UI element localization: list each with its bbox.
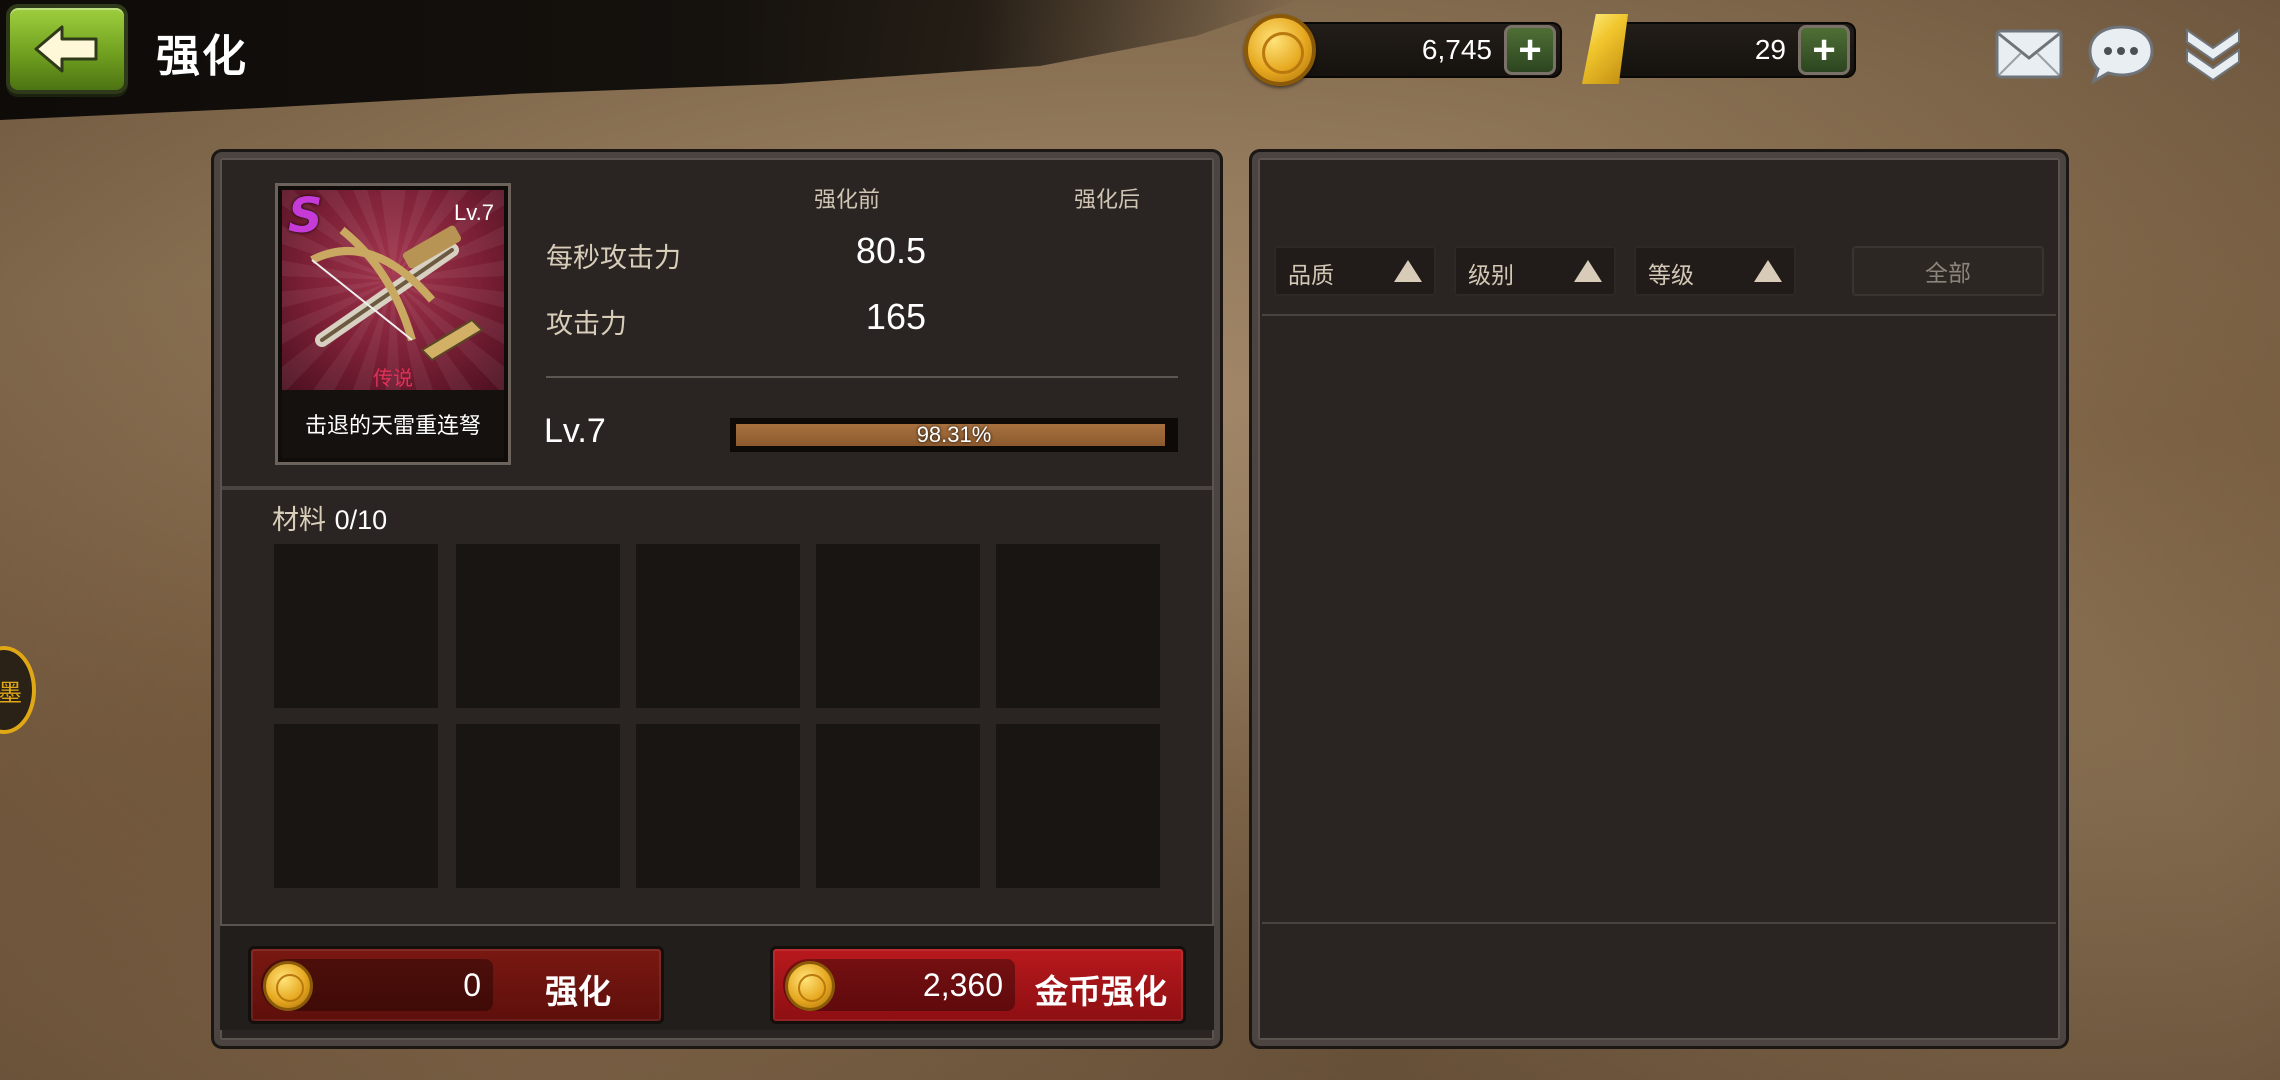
chat-button[interactable] (2084, 22, 2158, 86)
material-slot[interactable] (816, 544, 980, 708)
gold-coin-icon (263, 961, 313, 1011)
materials-label: 材料 0/10 (272, 498, 387, 537)
mail-button[interactable] (1992, 22, 2066, 86)
material-slot[interactable] (274, 544, 438, 708)
sort-level-button[interactable]: 等级 (1634, 246, 1796, 296)
gold-enhance-label: 金币强化 (1035, 972, 1167, 1011)
materials-count: 0/10 (334, 505, 388, 535)
item-level: Lv.7 (454, 200, 494, 225)
item-card[interactable]: S Lv.7 传说 击退的天雷重连弩 (278, 186, 508, 462)
filter-all-button[interactable]: 全部 (1852, 246, 2044, 296)
arrow-left-icon (34, 25, 98, 73)
sort-quality-button[interactable]: 品质 (1274, 246, 1436, 296)
sort-quality-label: 品质 (1288, 263, 1334, 289)
double-chevron-down-icon (2186, 28, 2240, 82)
item-name: 击退的天雷重连弩 (282, 390, 504, 458)
plus-icon: + (1812, 28, 1836, 72)
list-bottom-divider (1262, 922, 2056, 924)
item-art: S Lv.7 传说 (282, 190, 504, 390)
menu-button[interactable] (2176, 22, 2250, 86)
sort-grade-button[interactable]: 级别 (1454, 246, 1616, 296)
material-slot[interactable] (996, 724, 1160, 888)
sort-grade-label: 级别 (1468, 263, 1514, 289)
add-gold-button[interactable]: + (1504, 25, 1556, 75)
side-event-badge[interactable]: 墨 (0, 646, 36, 734)
materials-title: 材料 (272, 505, 326, 536)
material-slot[interactable] (456, 724, 620, 888)
material-slot[interactable] (816, 724, 980, 888)
stat-label-attack: 攻击力 (546, 309, 627, 340)
page-title: 强化 (156, 31, 248, 82)
stat-before-dps: 80.5 (855, 230, 926, 271)
panel-section-divider (222, 486, 1212, 490)
enhance-label: 强化 (545, 972, 611, 1011)
item-rarity: 传说 (373, 366, 413, 390)
gold-coin-icon (1244, 14, 1316, 86)
sort-arrow-up-icon (1754, 260, 1782, 282)
material-slot[interactable] (456, 544, 620, 708)
mail-icon (1995, 29, 2063, 79)
enhance-button[interactable]: 0 强化 (248, 946, 664, 1024)
current-level: Lv.7 (544, 412, 606, 450)
gold-bar-currency: 29 + (1612, 22, 1856, 78)
grade-badge: S (288, 190, 323, 244)
gold-amount: 6,745 (1421, 34, 1492, 65)
material-slot[interactable] (636, 724, 800, 888)
material-slot[interactable] (274, 724, 438, 888)
gold-currency: 6,745 + (1282, 22, 1562, 78)
before-header: 强化前 (814, 188, 881, 213)
stat-before-attack: 165 (865, 296, 926, 337)
exp-progress-bar: 98.31% (730, 418, 1178, 452)
back-button[interactable] (6, 4, 128, 94)
material-slot[interactable] (996, 544, 1160, 708)
exp-progress-text: 98.31% (916, 422, 992, 447)
gold-enhance-cost: 2,360 (922, 967, 1003, 1003)
stat-label-dps: 每秒攻击力 (546, 243, 681, 274)
plus-icon: + (1518, 28, 1542, 72)
filter-divider (1262, 314, 2056, 316)
sort-level-label: 等级 (1648, 263, 1694, 289)
gold-coin-icon (785, 961, 835, 1011)
chat-bubble-icon (2088, 25, 2154, 85)
gold-bar-amount: 29 (1754, 34, 1786, 65)
sort-arrow-up-icon (1574, 260, 1602, 282)
enhance-cost: 0 (463, 967, 481, 1003)
sort-arrow-up-icon (1394, 260, 1422, 282)
stats-divider (546, 376, 1178, 378)
side-badge-text: 墨 (0, 678, 22, 707)
gold-enhance-button[interactable]: 2,360 金币强化 (770, 946, 1186, 1024)
add-gold-bar-button[interactable]: + (1798, 25, 1850, 75)
after-header: 强化后 (1074, 188, 1141, 213)
material-slot[interactable] (636, 544, 800, 708)
